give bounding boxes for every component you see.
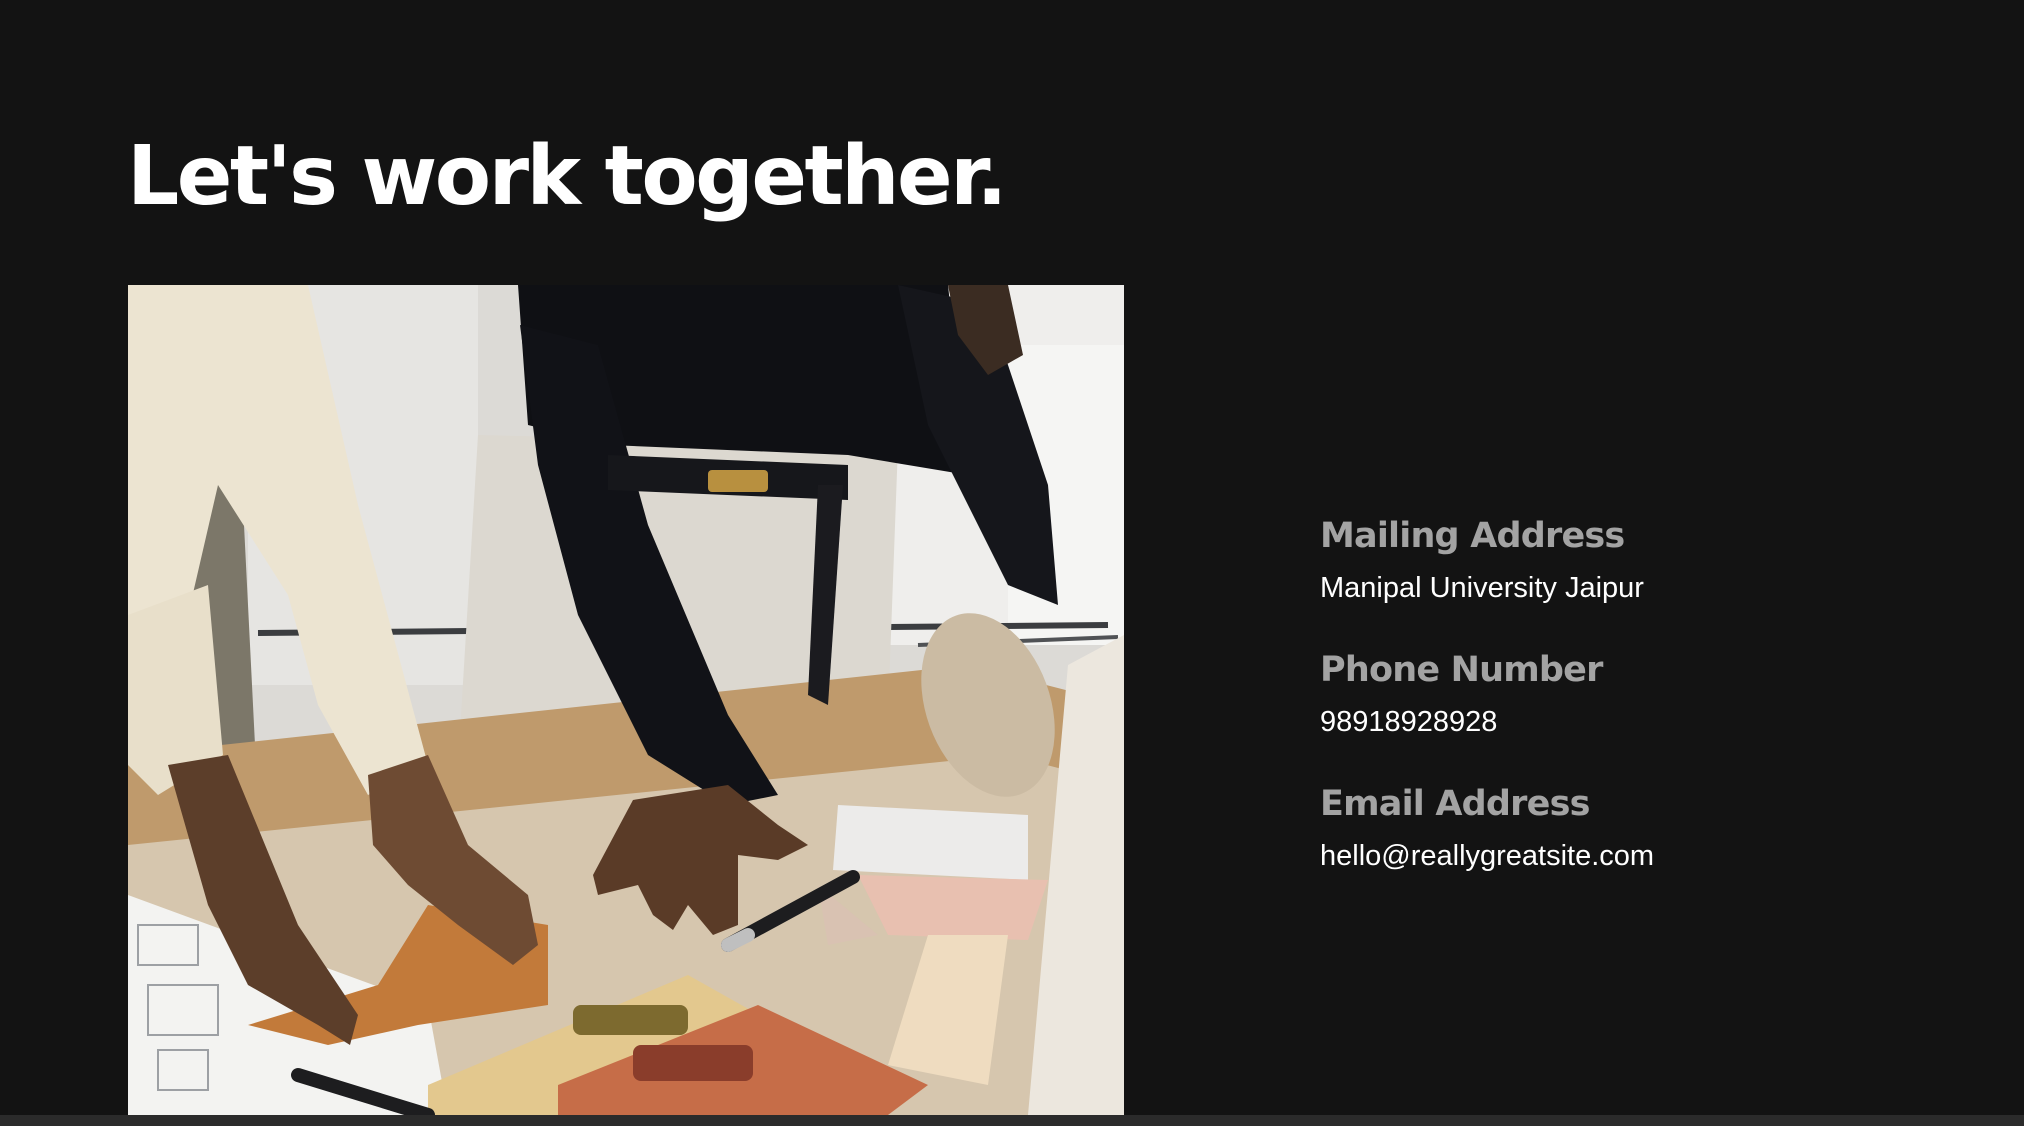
team-photo xyxy=(128,285,1124,1115)
mailing-address-label: Mailing Address xyxy=(1320,516,1625,556)
slide-canvas: Let's work together. Mailing Address Man… xyxy=(0,0,2024,1115)
contact-details: Mailing Address Manipal University Jaipu… xyxy=(1320,512,1880,914)
bottom-scroll-bar xyxy=(0,1115,2024,1126)
mailing-address-block: Mailing Address Manipal University Jaipu… xyxy=(1320,512,1880,608)
phone-number-value: 98918928928 xyxy=(1320,706,1498,738)
phone-number-block: Phone Number 98918928928 xyxy=(1320,646,1880,742)
page-title: Let's work together. xyxy=(127,129,1008,224)
email-address-label: Email Address xyxy=(1320,784,1590,824)
phone-number-label: Phone Number xyxy=(1320,650,1603,690)
photo-illustration xyxy=(128,285,1124,1115)
email-address-value: hello@reallygreatsite.com xyxy=(1320,840,1655,872)
email-address-block: Email Address hello@reallygreatsite.com xyxy=(1320,780,1880,876)
mailing-address-value: Manipal University Jaipur xyxy=(1320,572,1644,604)
